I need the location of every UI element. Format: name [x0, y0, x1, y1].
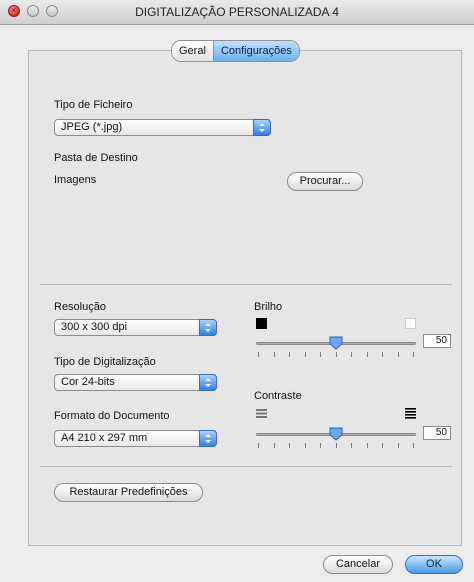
chevron-updown-icon	[199, 319, 217, 336]
contrast-label: Contraste	[254, 390, 302, 402]
tab-bar: Geral Configurações	[171, 40, 300, 62]
contrast-ticks	[258, 443, 414, 449]
scan-type-select[interactable]: Cor 24-bits	[54, 374, 217, 391]
contrast-slider-thumb[interactable]	[329, 427, 343, 441]
file-type-select[interactable]: JPEG (*.jpg)	[54, 119, 271, 136]
file-type-label: Tipo de Ficheiro	[54, 99, 133, 111]
destination-folder-value: Imagens	[54, 174, 97, 186]
scan-settings-window: × DIGITALIZAÇÃO PERSONALIZADA 4 Geral Co…	[0, 0, 474, 582]
document-size-value: A4 210 x 297 mm	[61, 432, 148, 444]
brightness-ticks	[258, 352, 414, 358]
brightness-label: Brilho	[254, 301, 283, 313]
document-size-label: Formato do Documento	[54, 410, 170, 422]
resolution-label: Resolução	[54, 301, 106, 313]
restore-defaults-button[interactable]: Restaurar Predefinições	[54, 483, 203, 502]
high-contrast-icon	[405, 408, 416, 419]
scan-type-label: Tipo de Digitalização	[54, 356, 156, 368]
browse-button[interactable]: Procurar...	[287, 172, 363, 191]
document-size-select[interactable]: A4 210 x 297 mm	[54, 430, 217, 447]
low-contrast-icon	[256, 409, 267, 418]
title-bar: × DIGITALIZAÇÃO PERSONALIZADA 4	[0, 0, 474, 25]
brightness-value-field[interactable]: 50	[423, 334, 451, 348]
scan-type-value: Cor 24-bits	[61, 376, 115, 388]
ok-button[interactable]: OK	[405, 555, 463, 574]
section-divider	[40, 466, 452, 467]
light-brightness-icon	[405, 318, 416, 329]
window-title: DIGITALIZAÇÃO PERSONALIZADA 4	[135, 5, 339, 19]
tab-settings[interactable]: Configurações	[212, 41, 299, 61]
section-divider	[40, 284, 452, 285]
resolution-value: 300 x 300 dpi	[61, 321, 128, 333]
contrast-value-field[interactable]: 50	[423, 426, 451, 440]
tab-general[interactable]: Geral	[172, 41, 213, 61]
file-type-value: JPEG (*.jpg)	[61, 121, 123, 133]
chevron-updown-icon	[199, 430, 217, 447]
dark-brightness-icon	[256, 318, 267, 329]
destination-folder-label: Pasta de Destino	[54, 152, 138, 164]
resolution-select[interactable]: 300 x 300 dpi	[54, 319, 217, 336]
brightness-slider-thumb[interactable]	[329, 336, 343, 350]
cancel-button[interactable]: Cancelar	[323, 555, 393, 574]
chevron-updown-icon	[253, 119, 271, 136]
chevron-updown-icon	[199, 374, 217, 391]
